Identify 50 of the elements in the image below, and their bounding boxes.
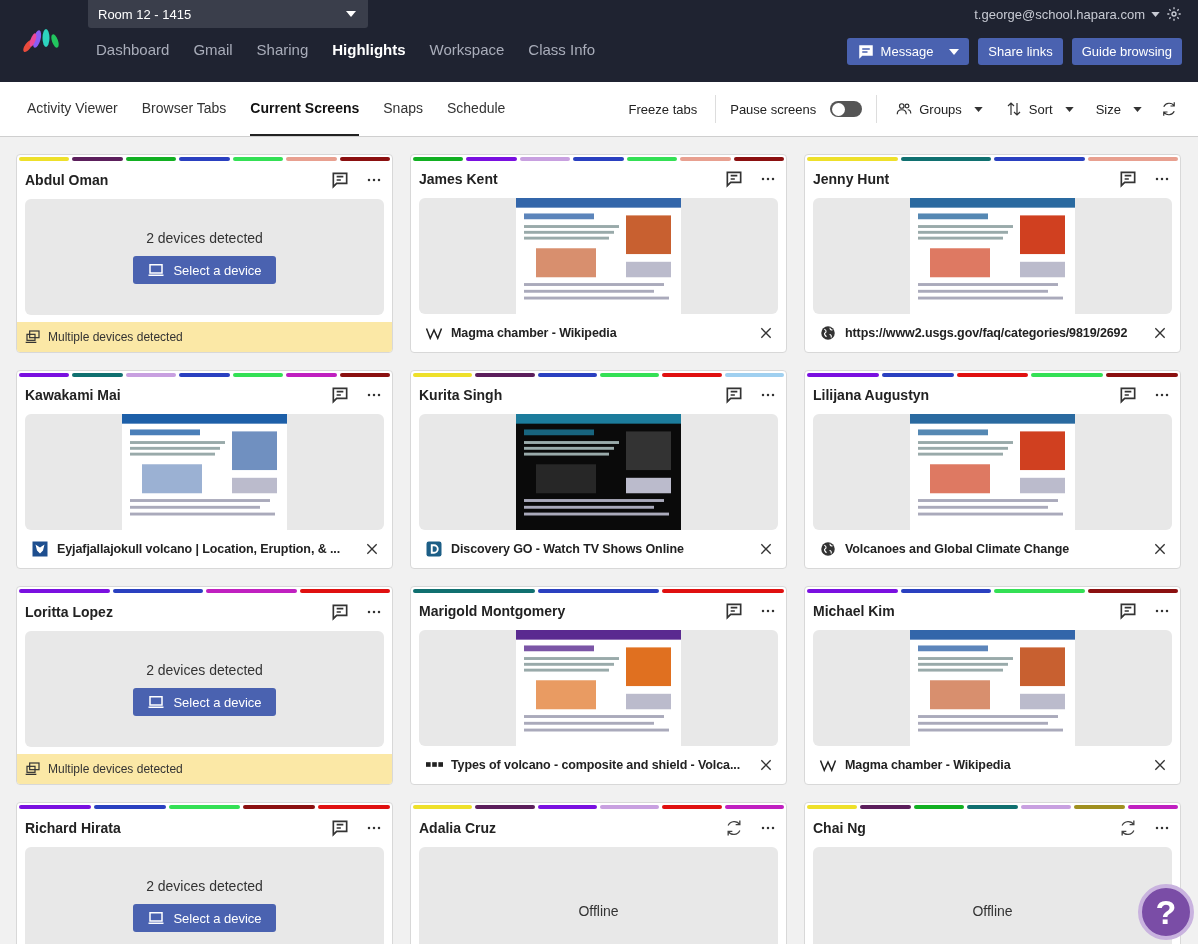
devices-text: 2 devices detected bbox=[146, 230, 263, 246]
tab-title[interactable]: Discovery GO - Watch TV Shows Online bbox=[451, 541, 684, 556]
devices-text: 2 devices detected bbox=[146, 662, 263, 678]
view-tab[interactable]: Browser Tabs bbox=[141, 82, 227, 136]
pause-label: Pause screens bbox=[730, 101, 817, 117]
nav-tab[interactable]: Class Info bbox=[528, 41, 596, 58]
student-name: James Kent bbox=[419, 171, 498, 188]
student-name: Adalia Cruz bbox=[419, 820, 496, 836]
room-dropdown[interactable]: Room 12 - 1415 bbox=[88, 0, 368, 28]
groups-menu[interactable]: Groups bbox=[891, 100, 987, 118]
nav-tab[interactable]: Sharing bbox=[256, 41, 309, 58]
select-device-button[interactable]: Select a device bbox=[133, 256, 276, 284]
header-button[interactable]: Guide browsing bbox=[1071, 38, 1182, 65]
view-tab[interactable]: Current Screens bbox=[250, 82, 360, 136]
student-name: Marigold Montgomery bbox=[419, 603, 566, 620]
warning-text: Multiple devices detected bbox=[48, 330, 183, 344]
offline-status: Offline bbox=[578, 903, 619, 919]
tab-title[interactable]: Eyjafjallajokull volcano | Location, Eruption, & ... bbox=[57, 541, 341, 556]
tab-title[interactable]: Magma chamber - Wikipedia bbox=[451, 325, 617, 340]
offline-status: Offline bbox=[972, 903, 1013, 919]
nav-tab[interactable]: Highlights bbox=[332, 41, 406, 58]
view-tab[interactable]: Snaps bbox=[383, 82, 423, 136]
view-tab[interactable]: Schedule bbox=[447, 82, 506, 136]
student-name: Kawakami Mai bbox=[25, 387, 121, 404]
student-name: Lilijana Augustyn bbox=[813, 387, 930, 404]
tab-title[interactable]: Magma chamber - Wikipedia bbox=[845, 757, 1011, 772]
warning-text: Multiple devices detected bbox=[48, 762, 183, 776]
view-tab[interactable]: Activity Viewer bbox=[27, 82, 118, 136]
student-name: Jenny Hunt bbox=[813, 171, 890, 188]
sort-menu[interactable]: Sort bbox=[1000, 100, 1078, 118]
student-name: Michael Kim bbox=[813, 603, 895, 620]
student-name: Kurita Singh bbox=[419, 387, 503, 404]
student-name: Chai Ng bbox=[813, 820, 866, 836]
user-email[interactable]: t.george@school.hapara.com bbox=[974, 6, 1145, 22]
select-device-button[interactable]: Select a device bbox=[133, 904, 276, 932]
student-name: Loritta Lopez bbox=[25, 604, 113, 620]
student-name: Abdul Oman bbox=[25, 172, 109, 188]
tab-title[interactable]: Volcanoes and Global Climate Change bbox=[845, 541, 1070, 556]
freeze-tabs-button[interactable]: Freeze tabs bbox=[624, 101, 702, 117]
student-name: Richard Hirata bbox=[25, 820, 121, 836]
header-button[interactable]: Share links bbox=[978, 38, 1063, 65]
size-menu[interactable]: Size bbox=[1091, 101, 1146, 117]
tab-title[interactable]: Types of volcano - composite and shield - Volca... bbox=[451, 757, 741, 772]
nav-tab[interactable]: Workspace bbox=[429, 41, 505, 58]
tab-title[interactable]: https://www2.usgs.gov/faq/categories/9819/2692 bbox=[845, 325, 1128, 340]
nav-tab[interactable]: Dashboard bbox=[96, 41, 170, 58]
message-button[interactable]: Message bbox=[846, 38, 970, 65]
devices-text: 2 devices detected bbox=[146, 878, 263, 894]
select-device-button[interactable]: Select a device bbox=[133, 688, 276, 716]
nav-tab[interactable]: Gmail bbox=[193, 41, 233, 58]
